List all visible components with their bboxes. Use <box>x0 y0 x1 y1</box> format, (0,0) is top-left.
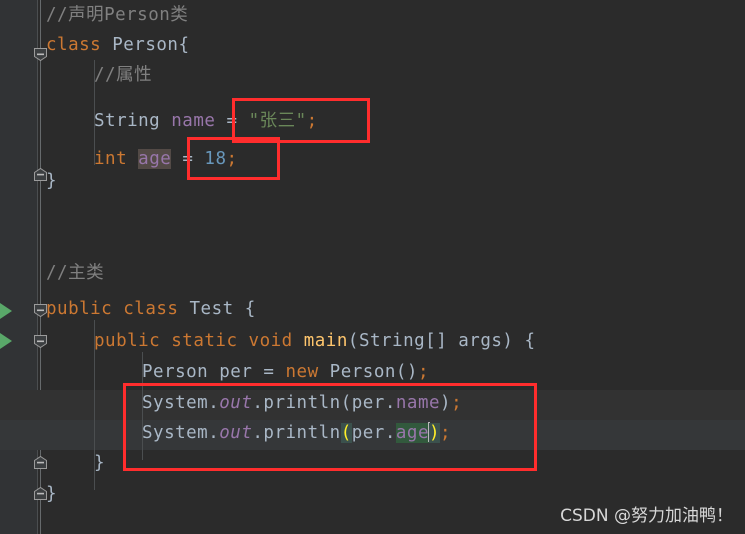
code-line-4[interactable]: String name = "张三"; <box>94 106 318 136</box>
code-line-2[interactable]: class Person{ <box>46 30 190 60</box>
number-18: 18 <box>204 149 227 169</box>
fold-spine-top <box>40 0 41 52</box>
code-editor-screenshot: //声明Person类 class Person{ //属性 String na… <box>0 0 745 534</box>
brace-open: { <box>178 35 190 55</box>
run-method-main-icon[interactable] <box>0 333 12 349</box>
code-line-3[interactable]: //属性 <box>94 60 152 90</box>
keyword-public: public <box>46 299 113 319</box>
keyword-class: class <box>123 299 179 319</box>
keyword-new: new <box>285 362 319 382</box>
code-line-9[interactable]: //主类 <box>46 258 104 288</box>
brace-close-test: } <box>46 484 58 504</box>
code-line-11[interactable]: public static void main(String[] args) { <box>94 326 536 356</box>
fold-minus-icon <box>34 335 47 349</box>
var-per: per <box>219 362 253 382</box>
type-system: System <box>142 423 209 443</box>
paren-close: ) <box>440 393 452 413</box>
code-line-13[interactable]: System.out.println(per.name); <box>142 388 462 418</box>
fold-spine-middle <box>40 172 41 308</box>
assign-operator: = <box>182 149 194 169</box>
fold-minus-icon <box>34 455 47 469</box>
semicolon: ; <box>417 362 430 382</box>
keyword-public: public <box>94 331 161 351</box>
semicolon: ; <box>306 111 318 131</box>
run-class-test-icon[interactable] <box>0 303 12 319</box>
keyword-class: class <box>46 35 102 55</box>
code-line-12[interactable]: Person per = new Person(); <box>142 357 429 387</box>
code-line-16[interactable]: } <box>46 479 57 509</box>
matched-paren-close: ) <box>429 423 441 443</box>
code-line-14[interactable]: System.out.println(per.age); <box>142 418 451 448</box>
code-line-6[interactable]: } <box>46 166 57 196</box>
assign-operator: = <box>263 362 275 382</box>
semicolon: ; <box>451 393 463 413</box>
brace-close-method: } <box>94 453 106 473</box>
paren-open: ( <box>340 393 352 413</box>
comment-attributes: //属性 <box>94 65 153 85</box>
expr-per: per <box>351 423 385 443</box>
method-println: println <box>263 423 341 443</box>
type-test: Test <box>189 299 234 319</box>
semicolon: ; <box>226 149 238 169</box>
brace-open: { <box>244 299 256 319</box>
semicolon: ; <box>440 423 452 443</box>
code-line-5[interactable]: int age = 18; <box>94 144 238 174</box>
comment-main-class: //主类 <box>46 263 105 283</box>
fold-marker-method-main[interactable] <box>34 333 47 349</box>
code-line-15[interactable]: } <box>94 448 105 478</box>
keyword-void: void <box>248 331 293 351</box>
field-age: age <box>138 149 172 169</box>
method-main: main <box>303 331 348 351</box>
assign-operator: = <box>226 111 238 131</box>
call-person-ctor: Person() <box>329 362 418 382</box>
keyword-int: int <box>94 149 128 169</box>
type-string: String <box>94 111 161 131</box>
watermark-text: CSDN @努力加油鸭！ <box>560 506 733 526</box>
field-out: out <box>219 423 253 443</box>
method-println: println <box>263 393 341 413</box>
field-name: name <box>171 111 216 131</box>
args-declaration: String[] args <box>358 331 503 351</box>
fold-marker-method-end[interactable] <box>34 454 47 469</box>
type-system: System <box>142 393 209 413</box>
matched-paren-open: ( <box>340 423 352 443</box>
paren-close: ) <box>502 331 514 351</box>
string-literal-zhangsan: "张三" <box>248 111 307 131</box>
type-person: Person <box>142 362 209 382</box>
fold-spine-class-person <box>40 52 41 172</box>
expr-per: per <box>351 393 385 413</box>
field-out: out <box>219 393 253 413</box>
type-person: Person <box>112 35 179 55</box>
paren-open: ( <box>347 331 359 351</box>
keyword-static: static <box>171 331 238 351</box>
code-line-10[interactable]: public class Test { <box>46 294 256 324</box>
field-name-ref: name <box>395 393 441 413</box>
brace-open: { <box>524 331 536 351</box>
editor-gutter[interactable] <box>0 0 38 534</box>
brace-close-person: } <box>46 171 58 191</box>
comment-declare-person: //声明Person类 <box>46 5 189 25</box>
code-line-1[interactable]: //声明Person类 <box>46 0 188 30</box>
field-age-ref: age <box>395 423 429 443</box>
